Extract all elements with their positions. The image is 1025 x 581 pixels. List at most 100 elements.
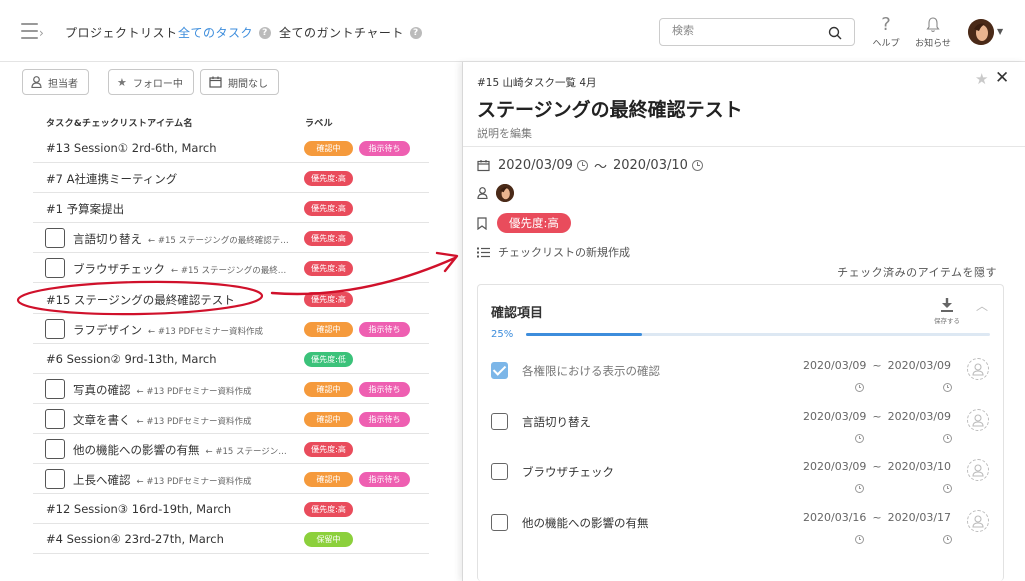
- task-name[interactable]: #13 Session① 2rd-6th, March: [46, 141, 217, 155]
- item-start-date[interactable]: 2020/03/09: [803, 460, 866, 473]
- assignee-avatar[interactable]: [496, 184, 514, 202]
- task-name[interactable]: #7 A社連携ミーティング: [46, 172, 177, 186]
- checklist-item-name[interactable]: 言語切り替え: [522, 414, 591, 430]
- notifications-button[interactable]: お知らせ: [913, 14, 953, 49]
- checklist-item-dates[interactable]: 2020/03/09 ~2020/03/09: [803, 410, 951, 423]
- task-row[interactable]: #4 Session④ 23rd-27th, March 保留中: [33, 524, 429, 555]
- checklist-item[interactable]: 他の機能への影響の有無 2020/03/16 ~2020/03/17: [478, 509, 1003, 560]
- label-badge[interactable]: 優先度:高: [304, 291, 353, 307]
- clock-icon[interactable]: [943, 478, 952, 497]
- checklist-item-name[interactable]: 各権限における表示の確認: [522, 363, 660, 379]
- task-row-title[interactable]: #4 Session④ 23rd-27th, March: [46, 532, 224, 546]
- search-input[interactable]: [672, 24, 822, 37]
- parent-task-reference[interactable]: ← #13 PDFセミナー資料作成: [137, 387, 252, 397]
- task-name[interactable]: #1 予算案提出: [46, 202, 124, 216]
- label-badge[interactable]: 指示待ち: [359, 472, 410, 488]
- task-row[interactable]: #1 予算案提出 優先度:高: [33, 193, 429, 224]
- clock-icon[interactable]: [943, 377, 952, 396]
- hide-checked-items-link[interactable]: チェック済みのアイテムを隠す: [837, 264, 997, 280]
- label-badge[interactable]: 優先度:高: [304, 201, 353, 217]
- task-row-title[interactable]: #13 Session① 2rd-6th, March: [46, 141, 217, 155]
- help-icon[interactable]: ?: [409, 26, 422, 39]
- save-template-button[interactable]: 保存する: [929, 297, 965, 325]
- parent-task-reference[interactable]: ← #13 PDFセミナー資料作成: [137, 477, 252, 487]
- checklist-item-name[interactable]: 他の機能への影響の有無: [522, 515, 649, 531]
- start-date[interactable]: 2020/03/09: [498, 158, 573, 173]
- task-row-title[interactable]: #1 予算案提出: [46, 201, 124, 217]
- clock-icon[interactable]: [855, 428, 864, 447]
- task-row[interactable]: #7 A社連携ミーティング 優先度:高: [33, 163, 429, 194]
- checklist-item-checkbox[interactable]: [45, 258, 65, 279]
- parent-task-reference[interactable]: ← #13 PDFセミナー資料作成: [137, 417, 252, 427]
- new-checklist-button[interactable]: チェックリストの新規作成: [477, 244, 630, 260]
- checklist-item-checkbox[interactable]: [491, 513, 508, 531]
- parent-task-reference[interactable]: ← #15 ステージングの最終確認テ…: [148, 236, 289, 246]
- task-row-title[interactable]: #6 Session② 9rd-13th, March: [46, 352, 217, 366]
- priority-label[interactable]: 優先度:高: [497, 213, 571, 233]
- label-badge[interactable]: 指示待ち: [359, 381, 410, 397]
- clock-icon[interactable]: [576, 160, 588, 171]
- label-badge[interactable]: 優先度:高: [304, 171, 353, 187]
- help-button[interactable]: ? ヘルプ: [871, 14, 901, 49]
- task-name[interactable]: #15 ステージングの最終確認テスト: [46, 293, 235, 307]
- close-icon[interactable]: ✕: [995, 68, 1009, 88]
- breadcrumb[interactable]: #15 山崎タスク一覧 4月: [477, 75, 597, 90]
- task-row[interactable]: 上長へ確認 ← #13 PDFセミナー資料作成 確認中 指示待ち: [33, 464, 429, 495]
- clock-icon[interactable]: [943, 529, 952, 548]
- checklist-item-checkbox[interactable]: [491, 463, 508, 480]
- checklist-item-checkbox[interactable]: [45, 378, 65, 399]
- item-start-date[interactable]: 2020/03/09: [803, 359, 866, 372]
- checklist-item-checkbox[interactable]: [491, 362, 508, 379]
- checklist-item-checkbox[interactable]: [45, 469, 65, 490]
- checklist-item-dates[interactable]: 2020/03/16 ~2020/03/17: [803, 511, 951, 524]
- task-row-title[interactable]: 文章を書く ← #13 PDFセミナー資料作成: [73, 412, 252, 428]
- task-row-title[interactable]: ラフデザイン ← #13 PDFセミナー資料作成: [73, 322, 263, 338]
- task-name[interactable]: 言語切り替え: [73, 232, 142, 246]
- label-badge[interactable]: 確認中: [304, 321, 353, 337]
- nav-all-gantt[interactable]: 全てのガントチャート ?: [279, 24, 422, 41]
- filter-following-button[interactable]: ★ フォロー中: [108, 69, 194, 95]
- item-start-date[interactable]: 2020/03/16: [803, 511, 866, 524]
- task-name[interactable]: 上長へ確認: [73, 473, 131, 487]
- task-row[interactable]: 写真の確認 ← #13 PDFセミナー資料作成 確認中 指示待ち: [33, 374, 429, 404]
- task-name[interactable]: ブラウザチェック: [73, 262, 165, 276]
- label-badge[interactable]: 優先度:高: [304, 502, 353, 518]
- parent-task-reference[interactable]: ← #15 ステージングの最終…: [171, 266, 286, 276]
- task-row[interactable]: #13 Session① 2rd-6th, March 確認中 指示待ち: [33, 133, 429, 163]
- label-badge[interactable]: 優先度:低: [304, 351, 353, 367]
- label-badge[interactable]: 確認中: [304, 472, 353, 488]
- task-title[interactable]: ステージングの最終確認テスト: [477, 95, 743, 122]
- task-name[interactable]: ラフデザイン: [73, 323, 142, 337]
- task-row[interactable]: #12 Session③ 16rd-19th, March 優先度:高: [33, 494, 429, 525]
- parent-task-reference[interactable]: ← #13 PDFセミナー資料作成: [148, 327, 263, 337]
- edit-description-link[interactable]: 説明を編集: [477, 125, 532, 141]
- task-row[interactable]: 他の機能への影響の有無 ← #15 ステージン… 優先度:高: [33, 434, 429, 464]
- task-name[interactable]: 文章を書く: [73, 413, 131, 427]
- filter-no-period-button[interactable]: 期間なし: [200, 69, 279, 95]
- task-row[interactable]: ラフデザイン ← #13 PDFセミナー資料作成 確認中 指示待ち: [33, 314, 429, 344]
- label-badge[interactable]: 保留中: [304, 532, 353, 548]
- checklist-title[interactable]: 確認項目: [491, 302, 543, 321]
- clock-icon[interactable]: [855, 529, 864, 548]
- filter-assignee-button[interactable]: 担当者: [22, 69, 89, 95]
- item-end-date[interactable]: 2020/03/17: [888, 511, 951, 524]
- task-name[interactable]: 写真の確認: [73, 383, 131, 397]
- label-badge[interactable]: 指示待ち: [359, 141, 410, 156]
- item-end-date[interactable]: 2020/03/09: [888, 359, 951, 372]
- task-row-title[interactable]: ブラウザチェック ← #15 ステージングの最終…: [73, 261, 286, 277]
- follow-star-icon[interactable]: ★: [975, 70, 988, 88]
- task-name[interactable]: #4 Session④ 23rd-27th, March: [46, 532, 224, 546]
- user-avatar[interactable]: [968, 19, 994, 45]
- task-row-title[interactable]: 言語切り替え ← #15 ステージングの最終確認テ…: [73, 231, 289, 247]
- task-row-title[interactable]: 他の機能への影響の有無 ← #15 ステージン…: [73, 442, 287, 458]
- checklist-item-checkbox[interactable]: [491, 412, 508, 430]
- assign-user-icon[interactable]: [967, 408, 989, 431]
- task-name[interactable]: #12 Session③ 16rd-19th, March: [46, 502, 231, 516]
- checklist-item-dates[interactable]: 2020/03/09 ~2020/03/10: [803, 460, 951, 473]
- assign-user-icon[interactable]: [967, 459, 989, 481]
- label-badge[interactable]: 確認中: [304, 141, 353, 156]
- label-badge[interactable]: 指示待ち: [359, 321, 410, 337]
- nav-project-list[interactable]: プロジェクトリスト: [65, 24, 178, 41]
- task-name[interactable]: #6 Session② 9rd-13th, March: [46, 352, 217, 366]
- task-row[interactable]: #6 Session② 9rd-13th, March 優先度:低: [33, 344, 429, 374]
